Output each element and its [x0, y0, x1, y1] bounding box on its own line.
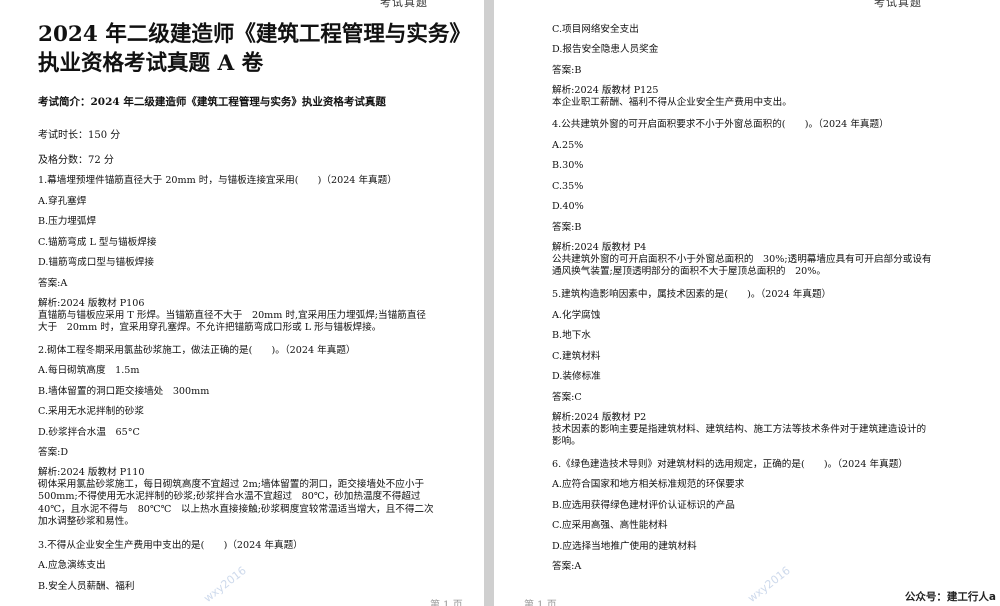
analysis-line: 解析:2024 版教材 P106 [38, 298, 145, 309]
question-4-stem: 4.公共建筑外窗的可开启面积要求不小于外窗总面积的( )。（2024 年真题） [552, 119, 889, 130]
analysis-line: 公共建筑外窗的可开启面积不小于外窗总面积的 30%;透明幕墙应具有可开启部分或设… [552, 254, 932, 266]
analysis-line: 影响。 [552, 436, 581, 448]
watermark: wxy2016 [745, 563, 793, 606]
analysis-line: 加水调整砂浆和易性。 [38, 515, 134, 527]
document-page-right: 考试真题 C.项目网络安全支出 D.报告安全隐患人员奖金 答案:B 解析:202… [494, 0, 1000, 606]
analysis-line: 本企业职工薪酬、福利不得从企业安全生产费用中支出。 [552, 97, 792, 109]
analysis-line: 40℃，且水泥不得与 80℃℃ 以上热水直接接触;砂浆稠度宜较常温适当增大，且不… [38, 503, 434, 515]
analysis-line: 技术因素的影响主要是指建筑材料、建筑结构、施工方法等技术条件对于建筑建造设计的 [552, 424, 927, 436]
question-3-option-d: D.报告安全隐患人员奖金 [552, 44, 659, 55]
question-3-analysis: 解析:2024 版教材 P125 本企业职工薪酬、福利不得从企业安全生产费用中支… [552, 85, 792, 109]
question-3-stem: 3.不得从企业安全生产费用中支出的是( )（2024 年真题） [38, 540, 303, 551]
question-6-option-a: A.应符合国家和地方相关标准规范的环保要求 [552, 479, 745, 490]
question-5-option-b: B.地下水 [552, 330, 591, 341]
question-6-stem: 6.《绿色建造技术导则》对建筑材料的选用规定，正确的是( )。（2024 年真题… [552, 459, 908, 470]
question-2-option-c: C.采用无水泥拌制的砂浆 [38, 406, 144, 417]
page-header-mark: 考试真题 [874, 0, 922, 9]
question-2-stem: 2.砌体工程冬期采用氯盐砂浆施工，做法正确的是( )。（2024 年真题） [38, 345, 356, 356]
document-page-left: 考试真题 2024 年二级建造师《建筑工程管理与实务》 执业资格考试真题 A 卷… [0, 0, 484, 606]
question-5-stem: 5.建筑构造影响因素中，属技术因素的是( )。（2024 年真题） [552, 289, 832, 300]
question-3-option-a: A.应急演练支出 [38, 560, 106, 571]
wechat-account-label: 公众号：建工行人a [904, 591, 996, 603]
question-1-option-d: D.锚筋弯成口型与锚板焊接 [38, 257, 154, 268]
watermark: wxy2016 [201, 563, 249, 606]
document-title: 2024 年二级建造师《建筑工程管理与实务》 执业资格考试真题 A 卷 [38, 20, 471, 78]
question-3-option-c: C.项目网络安全支出 [552, 24, 639, 35]
page-gap [484, 0, 494, 606]
analysis-line: 通风换气装置;屋顶透明部分的面积不大于屋顶总面积的 20%。 [552, 266, 826, 278]
question-5-option-a: A.化学腐蚀 [552, 310, 601, 321]
analysis-line: 解析:2024 版教材 P4 [552, 242, 647, 253]
exam-intro: 考试简介：2024 年二级建造师《建筑工程管理与实务》执业资格考试真题 [38, 96, 386, 108]
question-2-option-b: B.墙体留置的洞口距交接墙处 300mm [38, 386, 210, 397]
page-header-mark: 考试真题 [380, 0, 428, 9]
exam-pass-score: 及格分数：72 分 [38, 155, 114, 166]
question-1-option-a: A.穿孔塞焊 [38, 196, 87, 207]
question-6-answer: 答案:A [552, 561, 582, 572]
question-6-option-c: C.应采用高强、高性能材料 [552, 520, 668, 531]
question-1-stem: 1.幕墙埋预埋件锚筋直径大于 20mm 时，与锚板连接宜采用( )（2024 年… [38, 175, 397, 186]
analysis-line: 解析:2024 版教材 P125 [552, 85, 659, 96]
question-2-option-a: A.每日砌筑高度 1.5m [38, 365, 140, 376]
question-6-option-d: D.应选择当地推广使用的建筑材料 [552, 541, 697, 552]
title-line-2: 执业资格考试真题 A 卷 [38, 51, 264, 76]
question-4-option-c: C.35% [552, 181, 584, 192]
question-2-answer: 答案:D [38, 447, 69, 458]
question-1-option-b: B.压力埋弧焊 [38, 216, 97, 227]
question-5-option-d: D.装修标准 [552, 371, 601, 382]
question-1-answer: 答案:A [38, 278, 68, 289]
analysis-line: 500mm;不得使用无水泥拌制的砂浆;砂浆拌合水温不宜超过 80℃，砂加热温度不… [38, 491, 421, 503]
question-6-option-b: B.应选用获得绿色建材评价认证标识的产品 [552, 500, 735, 511]
title-line-1: 2024 年二级建造师《建筑工程管理与实务》 [38, 22, 471, 47]
analysis-line: 解析:2024 版教材 P110 [38, 467, 145, 478]
question-1-analysis: 解析:2024 版教材 P106 直锚筋与锚板应采用 T 形焊。当锚筋直径不大于… [38, 298, 426, 335]
question-4-option-a: A.25% [552, 140, 584, 151]
analysis-line: 砌体采用氯盐砂浆施工，每日砌筑高度不宜超过 2m;墙体留置的洞口，距交接墙处不应… [38, 479, 425, 491]
question-5-answer: 答案:C [552, 392, 582, 403]
question-1-option-c: C.锚筋弯成 L 型与锚板焊接 [38, 237, 157, 248]
question-4-analysis: 解析:2024 版教材 P4 公共建筑外窗的可开启面积不小于外窗总面积的 30%… [552, 242, 932, 279]
page-footer-mark: 第 1 页 [430, 600, 463, 606]
question-2-analysis: 解析:2024 版教材 P110 砌体采用氯盐砂浆施工，每日砌筑高度不宜超过 2… [38, 467, 434, 528]
question-5-option-c: C.建筑材料 [552, 351, 601, 362]
analysis-line: 解析:2024 版教材 P2 [552, 412, 647, 423]
question-4-option-d: D.40% [552, 201, 584, 212]
exam-duration: 考试时长：150 分 [38, 130, 121, 141]
question-2-option-d: D.砂浆拌合水温 65°C [38, 427, 140, 438]
question-3-option-b: B.安全人员薪酬、福利 [38, 581, 135, 592]
analysis-line: 直锚筋与锚板应采用 T 形焊。当锚筋直径不大于 20mm 时,宜采用压力埋弧焊;… [38, 310, 427, 322]
analysis-line: 大于 20mm 时，宜采用穿孔塞焊。不允许把锚筋弯成口形或 L 形与锚板焊接。 [38, 322, 382, 334]
question-3-answer: 答案:B [552, 65, 582, 76]
question-5-analysis: 解析:2024 版教材 P2 技术因素的影响主要是指建筑材料、建筑结构、施工方法… [552, 412, 926, 449]
question-4-option-b: B.30% [552, 160, 584, 171]
page-footer-mark: 第 1 页 [524, 600, 557, 606]
question-4-answer: 答案:B [552, 222, 582, 233]
